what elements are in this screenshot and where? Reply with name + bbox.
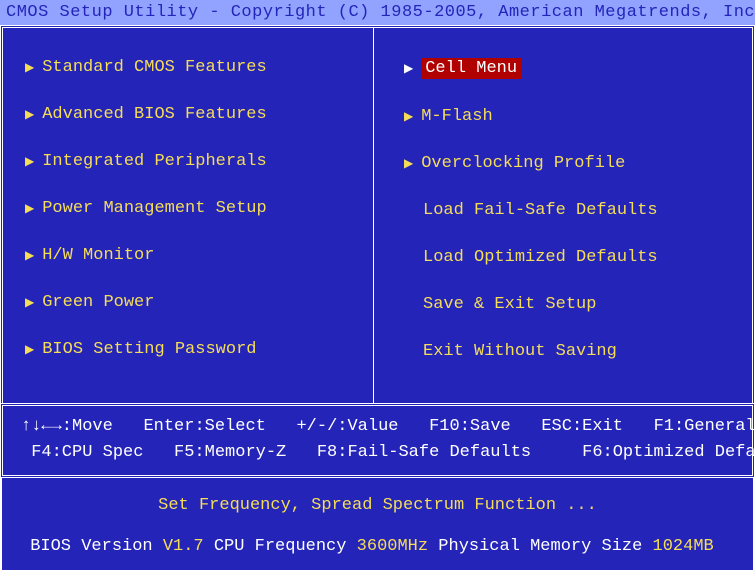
help-row-1: ↑↓←→:Move Enter:Select +/-/:Value F10:Sa… xyxy=(21,414,734,440)
menu-overclocking-profile[interactable]: ▶ Overclocking Profile xyxy=(404,154,752,173)
cpu-freq-value: 3600MHz xyxy=(357,537,428,556)
triangle-right-icon: ▶ xyxy=(25,156,34,168)
menu-load-failsafe[interactable]: Load Fail-Safe Defaults xyxy=(404,201,752,220)
header-title: CMOS Setup Utility - Copyright (C) 1985-… xyxy=(6,3,755,22)
menu-load-optimized[interactable]: Load Optimized Defaults xyxy=(404,248,752,267)
triangle-right-icon: ▶ xyxy=(25,109,34,121)
menu-label: Green Power xyxy=(42,293,154,312)
help-general: F1:General Help xyxy=(654,414,755,440)
bios-version-value: V1.7 xyxy=(163,537,204,556)
bios-version-label: BIOS Version xyxy=(30,537,163,556)
triangle-right-icon: ▶ xyxy=(25,203,34,215)
help-bar: ↑↓←→:Move Enter:Select +/-/:Value F10:Sa… xyxy=(0,403,755,478)
cpu-freq-label: CPU Frequency xyxy=(204,537,357,556)
triangle-right-icon: ▶ xyxy=(404,111,413,123)
menu-exit-nosave[interactable]: Exit Without Saving xyxy=(404,342,752,361)
mem-size-label: Physical Memory Size xyxy=(428,537,652,556)
menu-label: Overclocking Profile xyxy=(421,154,625,173)
triangle-right-icon: ▶ xyxy=(25,297,34,309)
hint-text: Set Frequency, Spread Spectrum Function … xyxy=(20,496,735,515)
menu-column-right: ▶ Cell Menu ▶ M-Flash ▶ Overclocking Pro… xyxy=(374,28,752,403)
menu-cell-menu[interactable]: ▶ Cell Menu xyxy=(404,58,752,79)
help-value: +/-/:Value xyxy=(296,414,398,440)
help-save: F10:Save xyxy=(429,414,511,440)
menu-label: Load Optimized Defaults xyxy=(423,248,658,267)
menu-label: H/W Monitor xyxy=(42,246,154,265)
menu-label: Advanced BIOS Features xyxy=(42,105,266,124)
hint-footer: Set Frequency, Spread Spectrum Function … xyxy=(0,478,755,572)
help-cpuspec: F4:CPU Spec xyxy=(31,440,143,466)
help-memz: F5:Memory-Z xyxy=(174,440,286,466)
menu-label: Standard CMOS Features xyxy=(42,58,266,77)
menu-green-power[interactable]: ▶ Green Power xyxy=(25,293,373,312)
menu-label: BIOS Setting Password xyxy=(42,340,256,359)
header-bar: CMOS Setup Utility - Copyright (C) 1985-… xyxy=(0,0,755,25)
menu-label: Power Management Setup xyxy=(42,199,266,218)
triangle-right-icon: ▶ xyxy=(25,344,34,356)
menu-column-left: ▶ Standard CMOS Features ▶ Advanced BIOS… xyxy=(3,28,374,403)
bios-info-line: BIOS Version V1.7 CPU Frequency 3600MHz … xyxy=(20,537,735,556)
triangle-right-icon: ▶ xyxy=(25,250,34,262)
menu-standard-cmos[interactable]: ▶ Standard CMOS Features xyxy=(25,58,373,77)
help-exit: ESC:Exit xyxy=(541,414,623,440)
main-menu-frame: ▶ Standard CMOS Features ▶ Advanced BIOS… xyxy=(0,25,755,403)
triangle-right-icon: ▶ xyxy=(25,62,34,74)
menu-label: Load Fail-Safe Defaults xyxy=(423,201,658,220)
help-row-2: F4:CPU Spec F5:Memory-Z F8:Fail-Safe Def… xyxy=(21,440,734,466)
menu-label: Integrated Peripherals xyxy=(42,152,266,171)
help-failsafe: F8:Fail-Safe Defaults xyxy=(317,440,531,466)
menu-label: M-Flash xyxy=(421,107,492,126)
help-move: ↑↓←→:Move xyxy=(21,414,113,440)
menu-integrated-peripherals[interactable]: ▶ Integrated Peripherals xyxy=(25,152,373,171)
menu-save-exit[interactable]: Save & Exit Setup xyxy=(404,295,752,314)
help-select: Enter:Select xyxy=(143,414,265,440)
menu-mflash[interactable]: ▶ M-Flash xyxy=(404,107,752,126)
menu-advanced-bios[interactable]: ▶ Advanced BIOS Features xyxy=(25,105,373,124)
menu-power-management[interactable]: ▶ Power Management Setup xyxy=(25,199,373,218)
menu-label: Exit Without Saving xyxy=(423,342,617,361)
triangle-right-icon: ▶ xyxy=(404,158,413,170)
triangle-right-icon: ▶ xyxy=(404,63,413,75)
menu-hw-monitor[interactable]: ▶ H/W Monitor xyxy=(25,246,373,265)
menu-bios-password[interactable]: ▶ BIOS Setting Password xyxy=(25,340,373,359)
menu-label: Cell Menu xyxy=(421,58,521,79)
help-optimized: F6:Optimized Defaults xyxy=(582,440,755,466)
mem-size-value: 1024MB xyxy=(653,537,714,556)
menu-label: Save & Exit Setup xyxy=(423,295,596,314)
